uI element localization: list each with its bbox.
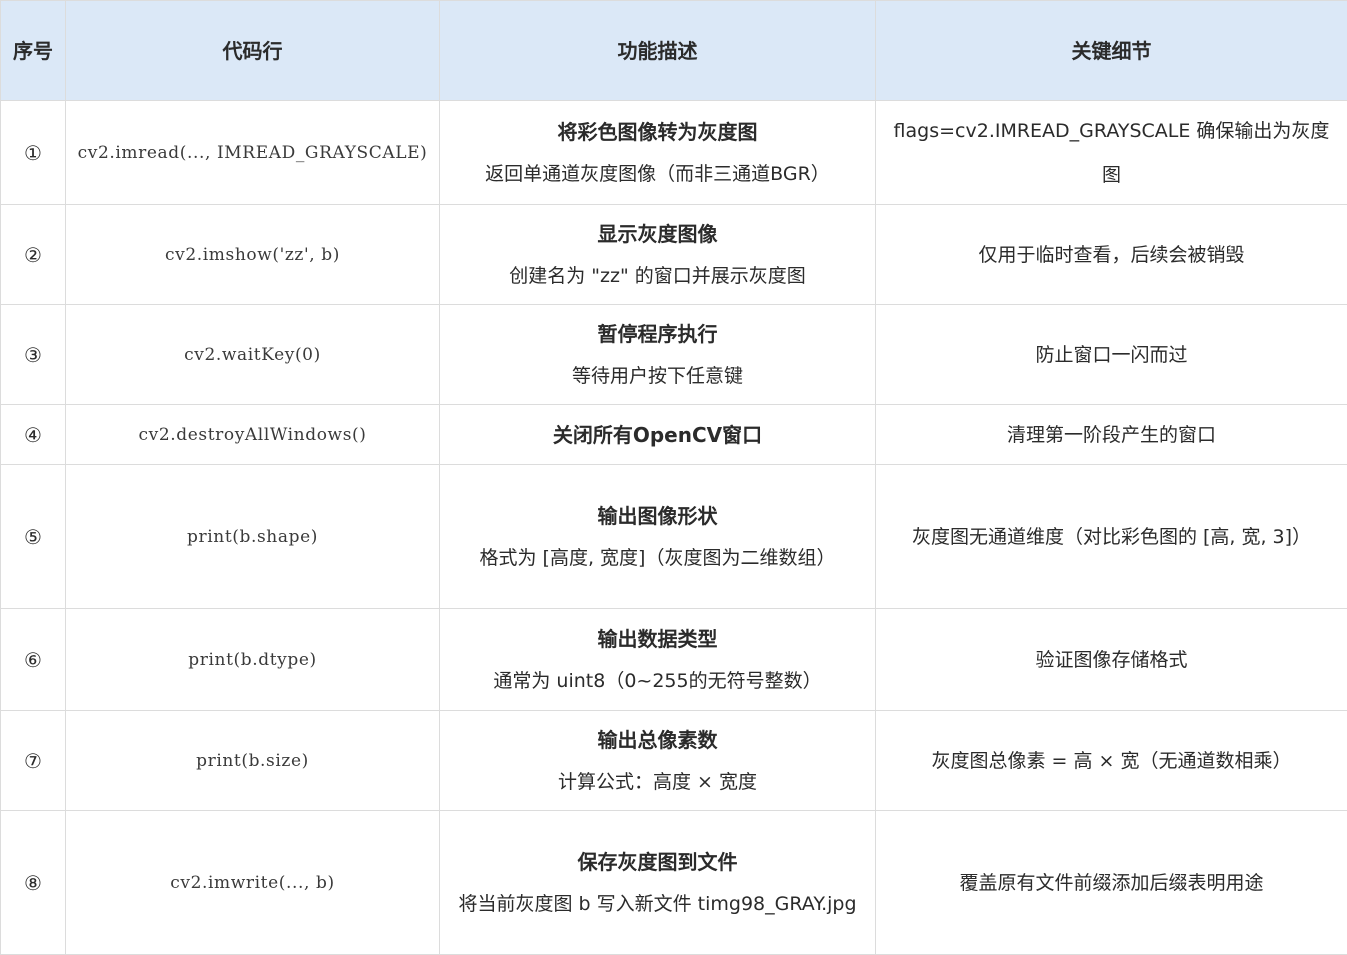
- table-row: ① cv2.imread(..., IMREAD_GRAYSCALE) 将彩色图…: [0, 100, 1347, 205]
- table-row: ⑥ print(b.dtype) 输出数据类型 通常为 uint8（0~255的…: [0, 608, 1347, 711]
- row-number: ⑧: [0, 810, 66, 955]
- description-title: 显示灰度图像: [597, 221, 718, 246]
- code-cell: cv2.imwrite(..., b): [65, 810, 440, 955]
- table-row: ③ cv2.waitKey(0) 暂停程序执行 等待用户按下任意键 防止窗口一闪…: [0, 304, 1347, 405]
- detail-cell: 仅用于临时查看，后续会被销毁: [875, 204, 1347, 305]
- description-title: 关闭所有OpenCV窗口: [552, 422, 763, 447]
- code-cell: cv2.destroyAllWindows(): [65, 404, 440, 465]
- row-number: ①: [0, 100, 66, 205]
- description-cell: 输出数据类型 通常为 uint8（0~255的无符号整数）: [439, 608, 876, 711]
- description-cell: 关闭所有OpenCV窗口: [439, 404, 876, 465]
- description-title: 暂停程序执行: [597, 321, 718, 346]
- table-row: ④ cv2.destroyAllWindows() 关闭所有OpenCV窗口 清…: [0, 404, 1347, 465]
- description-cell: 将彩色图像转为灰度图 返回单通道灰度图像（而非三通道BGR）: [439, 100, 876, 205]
- description-cell: 保存灰度图到文件 将当前灰度图 b 写入新文件 timg98_GRAY.jpg: [439, 810, 876, 955]
- detail-cell: 覆盖原有文件前缀添加后缀表明用途: [875, 810, 1347, 955]
- detail-cell: 清理第一阶段产生的窗口: [875, 404, 1347, 465]
- row-number: ③: [0, 304, 66, 405]
- description-cell: 输出图像形状 格式为 [高度, 宽度]（灰度图为二维数组）: [439, 464, 876, 609]
- code-cell: cv2.imread(..., IMREAD_GRAYSCALE): [65, 100, 440, 205]
- description-title: 输出数据类型: [597, 626, 718, 651]
- description-cell: 暂停程序执行 等待用户按下任意键: [439, 304, 876, 405]
- header-detail: 关键细节: [875, 0, 1347, 101]
- code-cell: cv2.waitKey(0): [65, 304, 440, 405]
- detail-cell: 验证图像存储格式: [875, 608, 1347, 711]
- description-cell: 显示灰度图像 创建名为 "zz" 的窗口并展示灰度图: [439, 204, 876, 305]
- row-number: ⑦: [0, 710, 66, 811]
- description-text: 返回单通道灰度图像（而非三通道BGR）: [485, 162, 830, 185]
- description-text: 将当前灰度图 b 写入新文件 timg98_GRAY.jpg: [458, 892, 857, 915]
- description-title: 输出总像素数: [597, 727, 718, 752]
- table-row: ⑦ print(b.size) 输出总像素数 计算公式：高度 × 宽度 灰度图总…: [0, 710, 1347, 811]
- detail-cell: flags=cv2.IMREAD_GRAYSCALE 确保输出为灰度图: [875, 100, 1347, 205]
- header-num: 序号: [0, 0, 66, 101]
- table-header-row: 序号 代码行 功能描述 关键细节: [0, 0, 1347, 101]
- row-number: ②: [0, 204, 66, 305]
- description-title: 输出图像形状: [597, 503, 718, 528]
- code-cell: print(b.size): [65, 710, 440, 811]
- header-desc: 功能描述: [439, 0, 876, 101]
- detail-cell: 灰度图无通道维度（对比彩色图的 [高, 宽, 3]）: [875, 464, 1347, 609]
- row-number: ④: [0, 404, 66, 465]
- row-number: ⑤: [0, 464, 66, 609]
- table-row: ② cv2.imshow('zz', b) 显示灰度图像 创建名为 "zz" 的…: [0, 204, 1347, 305]
- description-title: 将彩色图像转为灰度图: [557, 119, 758, 144]
- detail-cell: 灰度图总像素 = 高 × 宽（无通道数相乘）: [875, 710, 1347, 811]
- code-cell: print(b.shape): [65, 464, 440, 609]
- description-text: 通常为 uint8（0~255的无符号整数）: [493, 669, 822, 692]
- description-text: 格式为 [高度, 宽度]（灰度图为二维数组）: [479, 546, 836, 569]
- description-text: 创建名为 "zz" 的窗口并展示灰度图: [509, 264, 806, 287]
- code-cell: cv2.imshow('zz', b): [65, 204, 440, 305]
- table-row: ⑤ print(b.shape) 输出图像形状 格式为 [高度, 宽度]（灰度图…: [0, 464, 1347, 609]
- row-number: ⑥: [0, 608, 66, 711]
- code-cell: print(b.dtype): [65, 608, 440, 711]
- description-text: 等待用户按下任意键: [571, 364, 743, 387]
- header-code: 代码行: [65, 0, 440, 101]
- description-text: 计算公式：高度 × 宽度: [558, 770, 757, 793]
- table-row: ⑧ cv2.imwrite(..., b) 保存灰度图到文件 将当前灰度图 b …: [0, 810, 1347, 955]
- code-explanation-table: 序号 代码行 功能描述 关键细节 ① cv2.imread(..., IMREA…: [0, 0, 1347, 955]
- description-cell: 输出总像素数 计算公式：高度 × 宽度: [439, 710, 876, 811]
- description-title: 保存灰度图到文件: [577, 849, 738, 874]
- detail-cell: 防止窗口一闪而过: [875, 304, 1347, 405]
